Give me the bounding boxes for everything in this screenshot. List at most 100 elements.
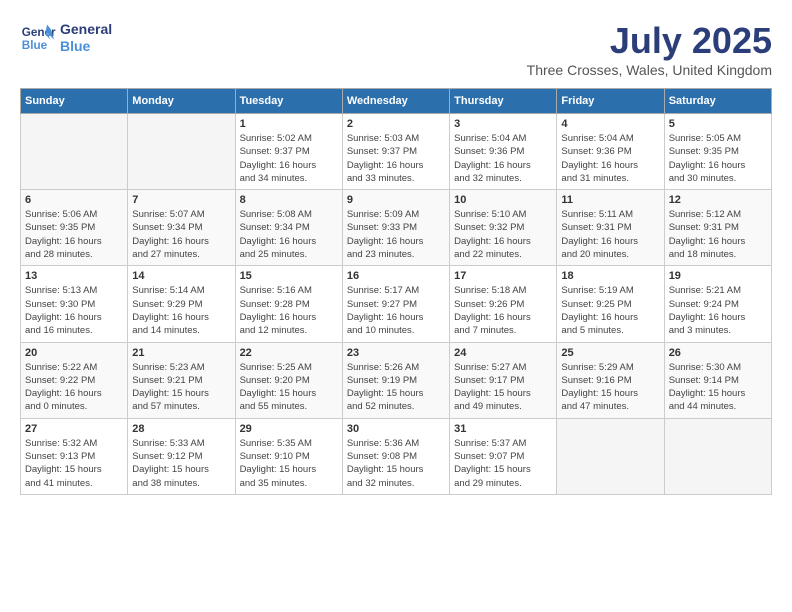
week-row-3: 20Sunrise: 5:22 AM Sunset: 9:22 PM Dayli… [21, 342, 772, 418]
day-info: Sunrise: 5:08 AM Sunset: 9:34 PM Dayligh… [240, 208, 338, 261]
logo: General Blue General Blue [20, 20, 112, 56]
calendar-cell [557, 418, 664, 494]
day-number: 10 [454, 194, 552, 206]
day-info: Sunrise: 5:10 AM Sunset: 9:32 PM Dayligh… [454, 208, 552, 261]
day-info: Sunrise: 5:19 AM Sunset: 9:25 PM Dayligh… [561, 284, 659, 337]
week-row-1: 6 Sunrise: 5:06 AM Sunset: 9:35 PM Daylig… [21, 190, 772, 266]
calendar-cell: 29 Sunrise: 5:35 AM Sunset: 9:10 PM Dayli… [235, 418, 342, 494]
calendar-cell: 19Sunrise: 5:21 AM Sunset: 9:24 PM Dayli… [664, 266, 771, 342]
calendar-cell: 18 Sunrise: 5:19 AM Sunset: 9:25 PM Dayli… [557, 266, 664, 342]
day-number: 9 [347, 194, 445, 206]
day-info: Sunrise: 5:16 AM Sunset: 9:28 PM Dayligh… [240, 284, 338, 337]
calendar-cell: 21 Sunrise: 5:23 AM Sunset: 9:21 PM Dayli… [128, 342, 235, 418]
header-friday: Friday [557, 89, 664, 114]
day-number: 14 [132, 270, 230, 282]
calendar-cell: 8 Sunrise: 5:08 AM Sunset: 9:34 PM Daylig… [235, 190, 342, 266]
day-info: Sunrise: 5:09 AM Sunset: 9:33 PM Dayligh… [347, 208, 445, 261]
calendar-cell: 25 Sunrise: 5:29 AM Sunset: 9:16 PM Dayli… [557, 342, 664, 418]
header-thursday: Thursday [450, 89, 557, 114]
calendar-cell: 27 Sunrise: 5:32 AM Sunset: 9:13 PM Dayli… [21, 418, 128, 494]
day-number: 12 [669, 194, 767, 206]
svg-text:Blue: Blue [22, 39, 48, 52]
month-title: July 2025 [527, 20, 772, 62]
day-info: Sunrise: 5:06 AM Sunset: 9:35 PM Dayligh… [25, 208, 123, 261]
day-info: Sunrise: 5:11 AM Sunset: 9:31 PM Dayligh… [561, 208, 659, 261]
day-number: 29 [240, 423, 338, 435]
day-number: 26 [669, 347, 767, 359]
calendar-cell: 11 Sunrise: 5:11 AM Sunset: 9:31 PM Dayli… [557, 190, 664, 266]
day-number: 6 [25, 194, 123, 206]
day-number: 8 [240, 194, 338, 206]
location: Three Crosses, Wales, United Kingdom [527, 62, 772, 78]
day-info: Sunrise: 5:17 AM Sunset: 9:27 PM Dayligh… [347, 284, 445, 337]
day-number: 31 [454, 423, 552, 435]
day-info: Sunrise: 5:23 AM Sunset: 9:21 PM Dayligh… [132, 361, 230, 414]
week-row-0: 1Sunrise: 5:02 AM Sunset: 9:37 PM Daylig… [21, 114, 772, 190]
day-number: 3 [454, 118, 552, 130]
day-number: 7 [132, 194, 230, 206]
calendar-cell [21, 114, 128, 190]
calendar: SundayMondayTuesdayWednesdayThursdayFrid… [20, 88, 772, 495]
calendar-cell: 7 Sunrise: 5:07 AM Sunset: 9:34 PM Daylig… [128, 190, 235, 266]
day-number: 25 [561, 347, 659, 359]
calendar-cell: 31 Sunrise: 5:37 AM Sunset: 9:07 PM Dayli… [450, 418, 557, 494]
day-info: Sunrise: 5:32 AM Sunset: 9:13 PM Dayligh… [25, 437, 123, 490]
day-number: 5 [669, 118, 767, 130]
day-number: 28 [132, 423, 230, 435]
day-number: 27 [25, 423, 123, 435]
day-info: Sunrise: 5:13 AM Sunset: 9:30 PM Dayligh… [25, 284, 123, 337]
title-block: July 2025 Three Crosses, Wales, United K… [527, 20, 772, 78]
day-info: Sunrise: 5:14 AM Sunset: 9:29 PM Dayligh… [132, 284, 230, 337]
calendar-body: 1Sunrise: 5:02 AM Sunset: 9:37 PM Daylig… [21, 114, 772, 495]
day-info: Sunrise: 5:29 AM Sunset: 9:16 PM Dayligh… [561, 361, 659, 414]
calendar-cell: 23Sunrise: 5:26 AM Sunset: 9:19 PM Dayli… [342, 342, 449, 418]
calendar-cell: 20Sunrise: 5:22 AM Sunset: 9:22 PM Dayli… [21, 342, 128, 418]
day-number: 24 [454, 347, 552, 359]
day-info: Sunrise: 5:18 AM Sunset: 9:26 PM Dayligh… [454, 284, 552, 337]
day-info: Sunrise: 5:21 AM Sunset: 9:24 PM Dayligh… [669, 284, 767, 337]
day-info: Sunrise: 5:36 AM Sunset: 9:08 PM Dayligh… [347, 437, 445, 490]
calendar-cell: 30Sunrise: 5:36 AM Sunset: 9:08 PM Dayli… [342, 418, 449, 494]
calendar-cell: 3 Sunrise: 5:04 AM Sunset: 9:36 PM Daylig… [450, 114, 557, 190]
day-number: 16 [347, 270, 445, 282]
calendar-cell: 10 Sunrise: 5:10 AM Sunset: 9:32 PM Dayli… [450, 190, 557, 266]
day-info: Sunrise: 5:02 AM Sunset: 9:37 PM Dayligh… [240, 132, 338, 185]
day-info: Sunrise: 5:27 AM Sunset: 9:17 PM Dayligh… [454, 361, 552, 414]
page-header: General Blue General Blue July 2025 Thre… [20, 20, 772, 78]
calendar-cell: 28 Sunrise: 5:33 AM Sunset: 9:12 PM Dayli… [128, 418, 235, 494]
day-number: 22 [240, 347, 338, 359]
calendar-header: SundayMondayTuesdayWednesdayThursdayFrid… [21, 89, 772, 114]
calendar-cell: 17 Sunrise: 5:18 AM Sunset: 9:26 PM Dayli… [450, 266, 557, 342]
calendar-cell: 6 Sunrise: 5:06 AM Sunset: 9:35 PM Daylig… [21, 190, 128, 266]
calendar-cell: 14 Sunrise: 5:14 AM Sunset: 9:29 PM Dayli… [128, 266, 235, 342]
header-wednesday: Wednesday [342, 89, 449, 114]
logo-icon: General Blue [20, 20, 56, 56]
day-number: 11 [561, 194, 659, 206]
day-number: 2 [347, 118, 445, 130]
day-info: Sunrise: 5:04 AM Sunset: 9:36 PM Dayligh… [561, 132, 659, 185]
day-info: Sunrise: 5:05 AM Sunset: 9:35 PM Dayligh… [669, 132, 767, 185]
header-tuesday: Tuesday [235, 89, 342, 114]
calendar-cell: 16 Sunrise: 5:17 AM Sunset: 9:27 PM Dayli… [342, 266, 449, 342]
day-info: Sunrise: 5:25 AM Sunset: 9:20 PM Dayligh… [240, 361, 338, 414]
day-number: 18 [561, 270, 659, 282]
day-info: Sunrise: 5:35 AM Sunset: 9:10 PM Dayligh… [240, 437, 338, 490]
logo-line1: General [60, 21, 112, 38]
calendar-cell: 1Sunrise: 5:02 AM Sunset: 9:37 PM Daylig… [235, 114, 342, 190]
calendar-cell: 5 Sunrise: 5:05 AM Sunset: 9:35 PM Daylig… [664, 114, 771, 190]
calendar-cell: 24 Sunrise: 5:27 AM Sunset: 9:17 PM Dayli… [450, 342, 557, 418]
calendar-cell: 22 Sunrise: 5:25 AM Sunset: 9:20 PM Dayli… [235, 342, 342, 418]
day-number: 4 [561, 118, 659, 130]
header-sunday: Sunday [21, 89, 128, 114]
day-number: 17 [454, 270, 552, 282]
day-info: Sunrise: 5:33 AM Sunset: 9:12 PM Dayligh… [132, 437, 230, 490]
day-info: Sunrise: 5:07 AM Sunset: 9:34 PM Dayligh… [132, 208, 230, 261]
day-info: Sunrise: 5:37 AM Sunset: 9:07 PM Dayligh… [454, 437, 552, 490]
week-row-2: 13Sunrise: 5:13 AM Sunset: 9:30 PM Dayli… [21, 266, 772, 342]
day-number: 21 [132, 347, 230, 359]
day-info: Sunrise: 5:04 AM Sunset: 9:36 PM Dayligh… [454, 132, 552, 185]
header-monday: Monday [128, 89, 235, 114]
logo-line2: Blue [60, 38, 112, 55]
calendar-cell: 2Sunrise: 5:03 AM Sunset: 9:37 PM Daylig… [342, 114, 449, 190]
calendar-cell: 4 Sunrise: 5:04 AM Sunset: 9:36 PM Daylig… [557, 114, 664, 190]
